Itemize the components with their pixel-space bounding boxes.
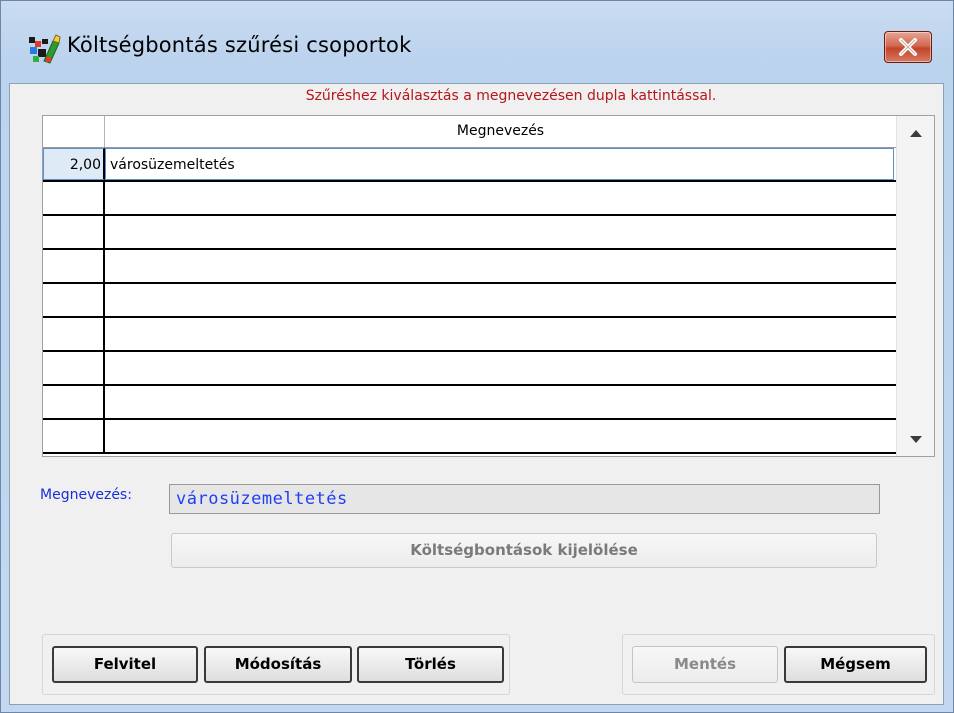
groups-grid[interactable]: Megnevezés 2,00 városüzemeltetés: [42, 115, 935, 457]
row-number-cell[interactable]: [43, 318, 105, 350]
title-bar[interactable]: Költségbontás szűrési csoportok: [1, 1, 953, 83]
grid-rows: 2,00 városüzemeltetés: [43, 148, 896, 454]
window-title: Költségbontás szűrési csoportok: [67, 33, 412, 57]
row-number-cell[interactable]: 2,00: [43, 148, 105, 180]
row-number-cell[interactable]: [43, 420, 105, 452]
row-number-cell[interactable]: [43, 386, 105, 418]
scroll-up-icon[interactable]: [897, 118, 935, 148]
delete-button[interactable]: Törlés: [357, 646, 504, 683]
app-icon: [29, 34, 61, 64]
megnevezes-label: Megnevezés:: [40, 487, 132, 503]
row-name-cell[interactable]: városüzemeltetés: [105, 148, 894, 180]
cancel-button[interactable]: Mégsem: [784, 646, 927, 683]
row-name-cell[interactable]: [105, 284, 896, 316]
add-button[interactable]: Felvitel: [52, 646, 198, 683]
row-number-cell[interactable]: [43, 216, 105, 248]
table-row[interactable]: [43, 352, 896, 386]
row-name-cell[interactable]: [105, 386, 896, 418]
column-header-megnevezes[interactable]: Megnevezés: [105, 116, 896, 147]
table-row[interactable]: [43, 182, 896, 216]
table-row[interactable]: [43, 216, 896, 250]
row-name-cell[interactable]: [105, 352, 896, 384]
grid-header-indicator: [43, 116, 105, 147]
grid-header: Megnevezés: [43, 116, 896, 148]
megnevezes-field[interactable]: városüzemeltetés: [169, 484, 880, 514]
table-row[interactable]: [43, 250, 896, 284]
row-number-cell[interactable]: [43, 250, 105, 282]
row-name-cell[interactable]: [105, 216, 896, 248]
save-button[interactable]: Mentés: [632, 646, 778, 683]
close-button[interactable]: [884, 31, 932, 63]
hint-text: Szűréshez kiválasztás a megnevezésen dup…: [305, 88, 717, 104]
row-name-cell[interactable]: [105, 420, 896, 452]
modify-button[interactable]: Módosítás: [204, 646, 352, 683]
table-row[interactable]: [43, 386, 896, 420]
table-row[interactable]: 2,00 városüzemeltetés: [43, 148, 896, 182]
row-name-cell[interactable]: [105, 318, 896, 350]
grid-scrollbar[interactable]: [896, 116, 934, 456]
scroll-down-icon[interactable]: [897, 424, 935, 454]
table-row[interactable]: [43, 420, 896, 454]
row-number-cell[interactable]: [43, 182, 105, 214]
row-name-cell[interactable]: [105, 182, 896, 214]
row-number-cell[interactable]: [43, 352, 105, 384]
table-row[interactable]: [43, 318, 896, 352]
table-row[interactable]: [43, 284, 896, 318]
row-name-cell[interactable]: [105, 250, 896, 282]
row-number-cell[interactable]: [43, 284, 105, 316]
select-breakdowns-button[interactable]: Költségbontások kijelölése: [171, 533, 877, 568]
close-icon: [899, 38, 917, 56]
